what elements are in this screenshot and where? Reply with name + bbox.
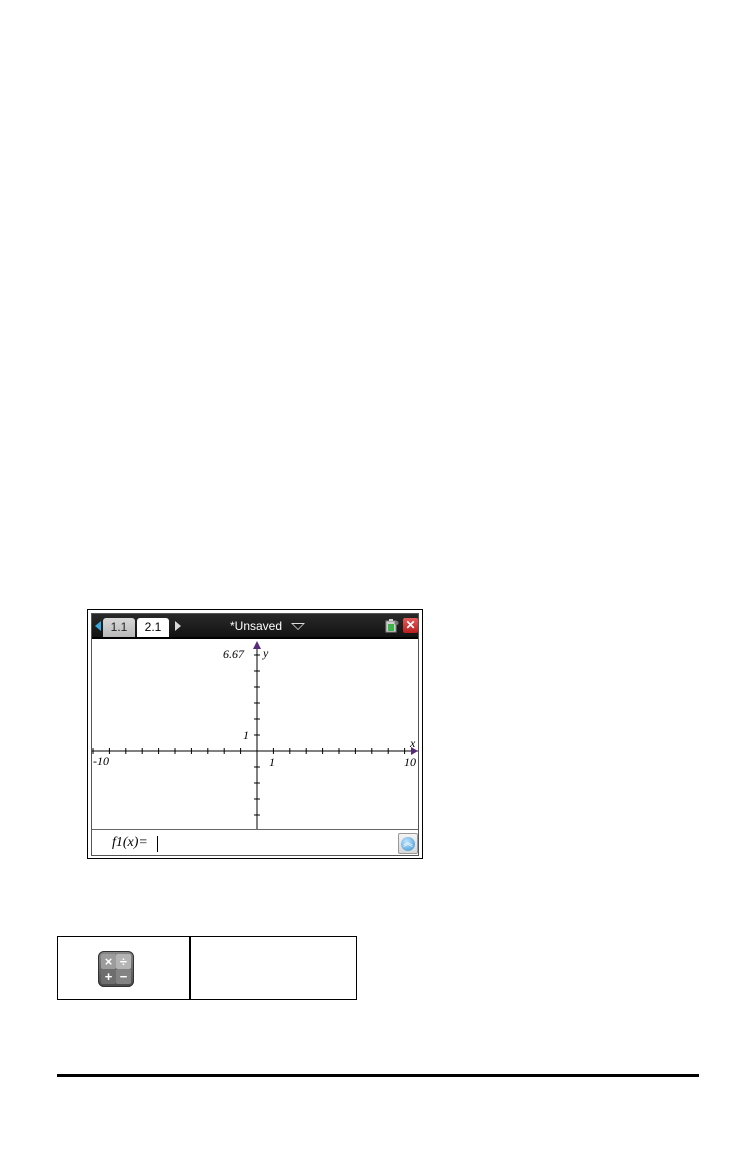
calculator-screenshot: 1.1 2.1 *Unsaved ✕ 6.67 y 1 1 -10 10 x f… [87, 609, 423, 859]
expand-icon: ︽ [401, 837, 415, 851]
top-bar: 1.1 2.1 *Unsaved ✕ [92, 614, 418, 639]
x-min-label: -10 [93, 754, 109, 768]
document-title[interactable]: *Unsaved [230, 618, 282, 634]
footer-rule [57, 1074, 699, 1077]
arrow-right-icon[interactable] [175, 621, 181, 631]
close-icon[interactable]: ✕ [403, 618, 418, 633]
x-max-label: 10 [404, 755, 416, 769]
expand-button[interactable]: ︽ [398, 833, 418, 854]
y-axis-arrow [253, 641, 261, 649]
calculator-screen: 1.1 2.1 *Unsaved ✕ 6.67 y 1 1 -10 10 x f… [91, 613, 419, 856]
arrow-left-icon[interactable] [95, 621, 101, 631]
x-tick-label: 1 [269, 755, 275, 769]
graph-area[interactable]: 6.67 y 1 1 -10 10 x [92, 639, 418, 829]
tab-2-1[interactable]: 2.1 [137, 618, 169, 639]
calculator-icon: × ÷ + − [98, 951, 134, 987]
text-cursor [157, 836, 158, 852]
chevron-down-icon[interactable] [291, 623, 305, 630]
minus-glyph: − [116, 969, 131, 984]
tab-1-1[interactable]: 1.1 [103, 618, 135, 639]
y-tick-label: 1 [243, 728, 249, 742]
x-axis-label: x [409, 736, 416, 750]
plus-glyph: + [101, 969, 116, 984]
battery-icon [385, 619, 399, 633]
y-axis-label: y [262, 646, 269, 660]
divide-glyph: ÷ [116, 954, 131, 969]
graph-svg: 6.67 y 1 1 -10 10 x [92, 641, 418, 829]
table-divider [189, 937, 191, 999]
y-max-label: 6.67 [223, 647, 245, 661]
multiply-glyph: × [101, 954, 116, 969]
icon-table: × ÷ + − [57, 936, 357, 1000]
function-entry-text[interactable]: f1(x)= [112, 835, 148, 851]
function-entry-line[interactable]: f1(x)= ︽ [92, 829, 418, 855]
